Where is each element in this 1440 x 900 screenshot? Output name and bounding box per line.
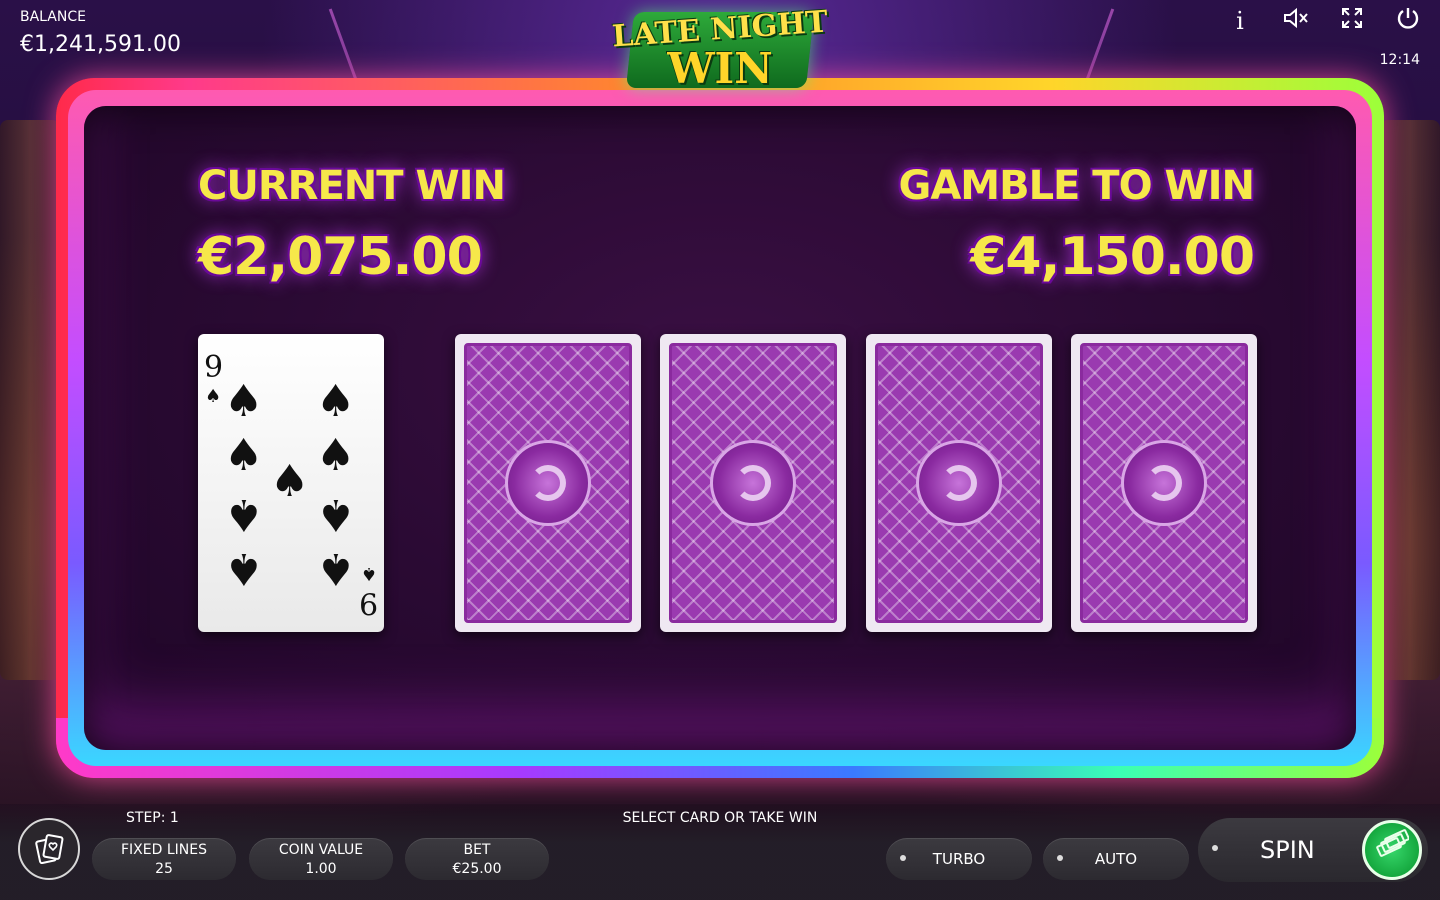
spade-icon: ♠ [316,543,356,594]
spade-icon: ♠ [224,489,264,540]
toggle-indicator [900,855,906,861]
current-win-amount: €2,075.00 [198,227,483,287]
card-back-pattern [875,343,1043,623]
gamble-to-win-label: GAMBLE TO WIN [898,163,1255,209]
hidden-card-2[interactable] [660,334,846,632]
card-emblem-icon [505,440,591,526]
power-icon[interactable] [1390,6,1426,36]
mute-icon[interactable] [1278,6,1314,36]
coin-value-value: 1.00 [305,861,337,877]
turbo-toggle[interactable]: TURBO [886,838,1032,880]
logo-subtitle: WIN [667,44,773,93]
spade-icon: ♠ [270,456,310,507]
hidden-card-4[interactable] [1071,334,1257,632]
spade-icon: ♠ [360,563,377,584]
auto-label: AUTO [1094,850,1138,868]
cards-icon [35,834,64,865]
stage-pillar-left [0,120,60,680]
spade-icon: ♠ [316,489,356,540]
card-emblem-icon [916,440,1002,526]
toggle-indicator [1057,855,1063,861]
spin-label: SPIN [1260,836,1315,864]
auto-toggle[interactable]: AUTO [1043,838,1189,880]
spade-icon: ♠ [205,386,222,407]
clock: 12:14 [1379,52,1420,68]
history-button[interactable] [18,818,80,880]
spade-icon: ♠ [224,543,264,594]
spin-button[interactable]: SPIN [1198,818,1428,882]
spade-icon: ♠ [224,430,264,481]
fullscreen-icon[interactable] [1334,6,1370,36]
card-emblem-icon [1121,440,1207,526]
game-logo: LATE NIGHT WIN [610,4,830,93]
spade-icon: ♠ [316,376,356,427]
spin-indicator [1212,845,1218,851]
bet-value: €25.00 [452,861,502,877]
card-back-pattern [464,343,632,623]
fixed-lines-value: 25 [155,861,173,877]
hidden-card-1[interactable] [455,334,641,632]
coin-value-button[interactable]: COIN VALUE 1.00 [249,838,393,880]
gamble-to-win-amount: €4,150.00 [970,227,1255,287]
stage-pillar-right [1380,120,1440,680]
card-emblem-icon [710,440,796,526]
bet-button[interactable]: BET €25.00 [405,838,549,880]
card-back-pattern [1080,343,1248,623]
card-back-pattern [669,343,837,623]
dealer-card: 9 ♠ 9 ♠ ♠ ♠ ♠ ♠ ♠ ♠ ♠ ♠ ♠ [198,334,384,632]
bet-label: BET [463,842,491,858]
fixed-lines-display: FIXED LINES 25 [92,838,236,880]
turbo-label: TURBO [932,850,986,868]
fixed-lines-label: FIXED LINES [121,842,207,858]
balance-label: BALANCE [20,9,86,25]
hidden-card-3[interactable] [866,334,1052,632]
collect-money-icon[interactable] [1362,820,1422,880]
card-rank: 9 [204,350,224,385]
info-icon[interactable]: i [1222,6,1258,36]
card-rank: 9 [358,585,378,620]
balance-value: €1,241,591.00 [20,32,181,57]
current-win-label: CURRENT WIN [198,163,506,209]
spade-icon: ♠ [224,376,264,427]
coin-value-label: COIN VALUE [278,842,364,858]
spade-icon: ♠ [316,430,356,481]
